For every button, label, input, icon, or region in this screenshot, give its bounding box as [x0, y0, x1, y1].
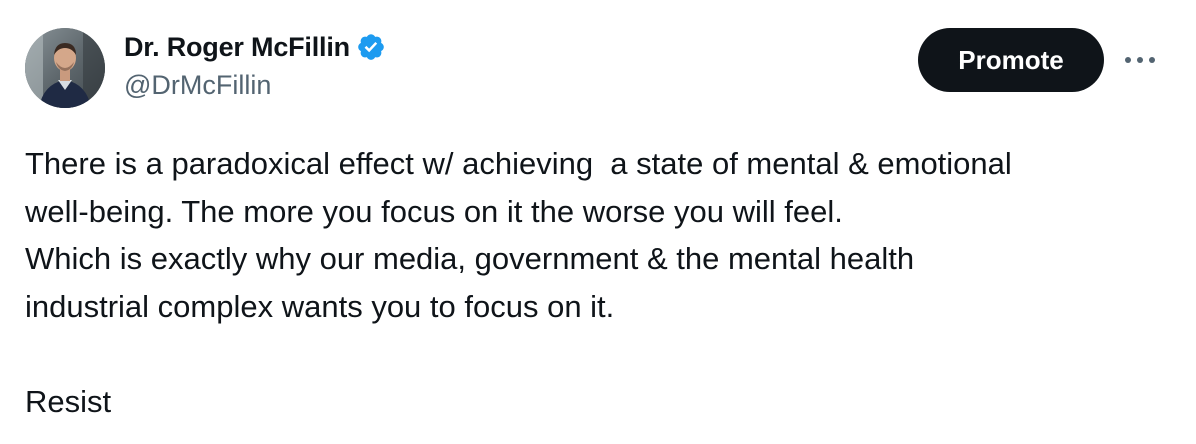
- promote-button[interactable]: Promote: [918, 28, 1104, 92]
- verified-badge-icon[interactable]: [356, 32, 386, 62]
- ellipsis-icon: [1125, 57, 1155, 63]
- post-text: There is a paradoxical effect w/ achievi…: [25, 140, 1175, 425]
- tweet-card: Dr. Roger McFillin @DrMcFillin Promote T…: [0, 0, 1196, 444]
- author-display-name[interactable]: Dr. Roger McFillin: [124, 32, 350, 63]
- post-text-line: Which is exactly why our media, governme…: [25, 241, 915, 276]
- more-options-button[interactable]: [1120, 46, 1160, 74]
- post-text-line: There is a paradoxical effect w/ achievi…: [25, 146, 1012, 181]
- post-text-line: well-being. The more you focus on it the…: [25, 193, 843, 229]
- author-name-row: Dr. Roger McFillin: [124, 30, 386, 64]
- post-text-line: industrial complex wants you to focus on…: [25, 288, 615, 324]
- post-closing-line: Resist: [25, 383, 112, 419]
- author-handle[interactable]: @DrMcFillin: [124, 70, 271, 101]
- avatar[interactable]: [25, 28, 105, 108]
- profile-photo-icon: [25, 28, 105, 108]
